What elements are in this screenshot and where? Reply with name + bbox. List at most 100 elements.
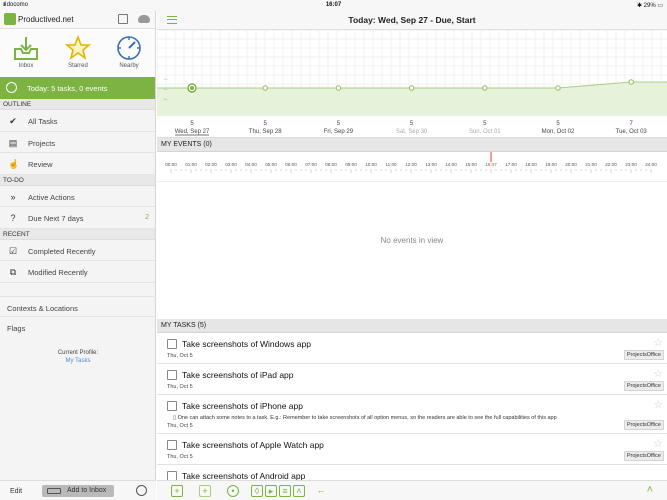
recent-header: RECENT bbox=[0, 228, 155, 240]
star-icon bbox=[65, 35, 91, 60]
sidebar-item-label: All Tasks bbox=[28, 117, 58, 126]
gear-icon[interactable] bbox=[136, 485, 147, 496]
tick-label: Fri, Sep 29 bbox=[324, 129, 354, 135]
task-row[interactable]: Take screenshots of iPad app Thu, Oct 5 … bbox=[157, 364, 667, 395]
star-icon[interactable]: ☆ bbox=[653, 336, 663, 349]
add-subtask-icon[interactable]: + bbox=[199, 485, 211, 497]
nearby-button[interactable]: Nearby bbox=[104, 29, 154, 77]
sidebar-item-label: Due Next 7 days bbox=[28, 214, 84, 223]
sidebar-item-completed-recently[interactable]: ☑ Completed Recently bbox=[0, 239, 155, 261]
sidebar-item-modified-recently[interactable]: ⧉ Modified Recently bbox=[0, 261, 155, 283]
task-name: Take screenshots of iPad app bbox=[182, 370, 294, 380]
hour-label: 09:00 bbox=[345, 162, 357, 167]
add-to-inbox-button[interactable]: Add to Inbox bbox=[42, 485, 114, 497]
back-arrow-icon[interactable]: ← bbox=[315, 485, 327, 497]
star-icon[interactable]: ☆ bbox=[653, 398, 663, 411]
play-icon[interactable]: ▸ bbox=[265, 485, 277, 497]
task-tag[interactable]: ProjectsOffice bbox=[623, 451, 664, 461]
axis-arrow: ← bbox=[163, 96, 169, 102]
modified-icon: ⧉ bbox=[9, 267, 17, 277]
copy-icon[interactable] bbox=[118, 14, 128, 24]
current-time-label: 16:07 bbox=[485, 162, 497, 167]
axis-arrow: ← bbox=[163, 86, 169, 92]
edit-button[interactable]: Edit bbox=[10, 488, 22, 495]
task-due-date: Thu, Oct 5 bbox=[167, 353, 193, 359]
hour-label: 08:00 bbox=[325, 162, 337, 167]
cloud-sync-icon[interactable] bbox=[138, 15, 150, 23]
task-checkbox[interactable] bbox=[167, 401, 177, 411]
tasks-header: MY TASKS (5) bbox=[157, 319, 667, 333]
battery: ✱ 29% ▭ bbox=[637, 2, 663, 9]
context-icon[interactable]: ◊ bbox=[251, 485, 263, 497]
data-label: 5 bbox=[190, 121, 194, 127]
sidebar-item-active-actions[interactable]: » Active Actions bbox=[0, 185, 155, 207]
today-item[interactable]: Today: 5 tasks, 0 events bbox=[0, 77, 155, 99]
task-note-text: One can attach some notes to a task. E.g… bbox=[177, 415, 557, 421]
task-row[interactable]: Take screenshots of Apple Watch app Thu,… bbox=[157, 434, 667, 465]
data-label: 5 bbox=[264, 121, 268, 127]
sidebar-item-contexts[interactable]: Contexts & Locations bbox=[0, 296, 156, 317]
task-name: Take screenshots of iPhone app bbox=[182, 401, 303, 411]
bluetooth-icon: ✱ bbox=[636, 3, 642, 9]
task-checkbox[interactable] bbox=[167, 339, 177, 349]
sidebar-item-review[interactable]: ☝ Review bbox=[0, 153, 155, 175]
note-toolbar-icon[interactable]: ≡ bbox=[279, 485, 291, 497]
data-point bbox=[628, 79, 634, 85]
hour-label: 06:00 bbox=[285, 162, 297, 167]
sidebar-item-flags[interactable]: Flags bbox=[0, 317, 156, 338]
app-logo-icon bbox=[4, 13, 16, 25]
task-tag[interactable]: ProjectsOffice bbox=[623, 381, 664, 391]
task-tag[interactable]: ProjectsOffice bbox=[623, 350, 664, 360]
eye-icon[interactable]: • bbox=[227, 485, 239, 497]
review-hand-icon: ☝ bbox=[8, 159, 20, 169]
inbox-tray-icon bbox=[47, 488, 61, 494]
star-icon[interactable]: ☆ bbox=[653, 367, 663, 380]
chart-svg: ← ← ← 5 Wed, Sep 27 5 Thu, Sep 28 5 Fri, Sep 29 5… bbox=[157, 30, 667, 136]
tick-label: Wed, Sep 27 bbox=[175, 129, 210, 135]
profile-name-link[interactable]: My Tasks bbox=[0, 358, 156, 364]
page-title: Today: Wed, Sep 27 - Due, Start bbox=[348, 15, 476, 25]
task-row[interactable]: Take screenshots of Windows app Thu, Oct… bbox=[157, 333, 667, 364]
due-count-badge: 2 bbox=[145, 214, 149, 221]
starred-button[interactable]: Starred bbox=[53, 29, 103, 77]
completed-icon: ☑ bbox=[8, 245, 18, 256]
add-task-icon[interactable]: + bbox=[171, 485, 183, 497]
task-tag[interactable]: ProjectsOffice bbox=[623, 420, 664, 430]
expand-icon[interactable]: ˄ bbox=[293, 485, 305, 497]
sidebar-footer: Edit Add to Inbox bbox=[0, 480, 156, 500]
task-row[interactable]: Take screenshots of iPhone app ▯ One can… bbox=[157, 395, 667, 434]
task-checkbox[interactable] bbox=[167, 440, 177, 450]
no-events-message: No events in view bbox=[380, 236, 444, 245]
hour-label: 13:00 bbox=[425, 162, 437, 167]
hour-label: 02:00 bbox=[205, 162, 217, 167]
profile-label: Current Profile: bbox=[57, 350, 99, 356]
sidebar-item-due-next-7-days[interactable]: ? Due Next 7 days 2 bbox=[0, 207, 155, 229]
hour-label: 14:00 bbox=[445, 162, 457, 167]
sidebar-item-label: Completed Recently bbox=[28, 246, 96, 256]
star-icon[interactable]: ☆ bbox=[653, 437, 663, 450]
account-name[interactable]: Productived.net bbox=[18, 15, 74, 24]
hour-label: 04:00 bbox=[245, 162, 257, 167]
sidebar: Productived.net Inbox Starred Nearby Tod… bbox=[0, 10, 156, 500]
data-point bbox=[555, 85, 561, 91]
task-due-date: Thu, Oct 5 bbox=[167, 384, 193, 390]
clock: 16:07 bbox=[325, 2, 342, 8]
sidebar-item-all-tasks[interactable]: ✔ All Tasks bbox=[0, 110, 155, 132]
events-timeline[interactable]: 00:00 01:00 02:00 03:00 04:00 05:00 06:00 07:00… bbox=[157, 152, 667, 182]
sidebar-header: Productived.net bbox=[0, 10, 155, 29]
tick-label: Tue, Oct 03 bbox=[616, 129, 648, 135]
data-label: 5 bbox=[556, 121, 560, 127]
data-label: 7 bbox=[630, 121, 634, 127]
hour-label: 12:00 bbox=[405, 162, 417, 167]
sidebar-item-projects[interactable]: ▤ Projects bbox=[0, 131, 155, 153]
collapse-up-icon[interactable]: ˄ bbox=[647, 484, 653, 496]
projects-icon: ▤ bbox=[8, 137, 18, 148]
task-checkbox[interactable] bbox=[167, 370, 177, 380]
events-header: MY EVENTS (0) bbox=[157, 138, 667, 152]
check-list-icon: ✔ bbox=[9, 116, 17, 126]
inbox-button[interactable]: Inbox bbox=[1, 29, 51, 77]
hour-label: 24:00 bbox=[645, 162, 657, 167]
outline-header: OUTLINE bbox=[0, 99, 155, 110]
hour-label: 23:00 bbox=[625, 162, 637, 167]
hour-label: 01:00 bbox=[185, 162, 197, 167]
